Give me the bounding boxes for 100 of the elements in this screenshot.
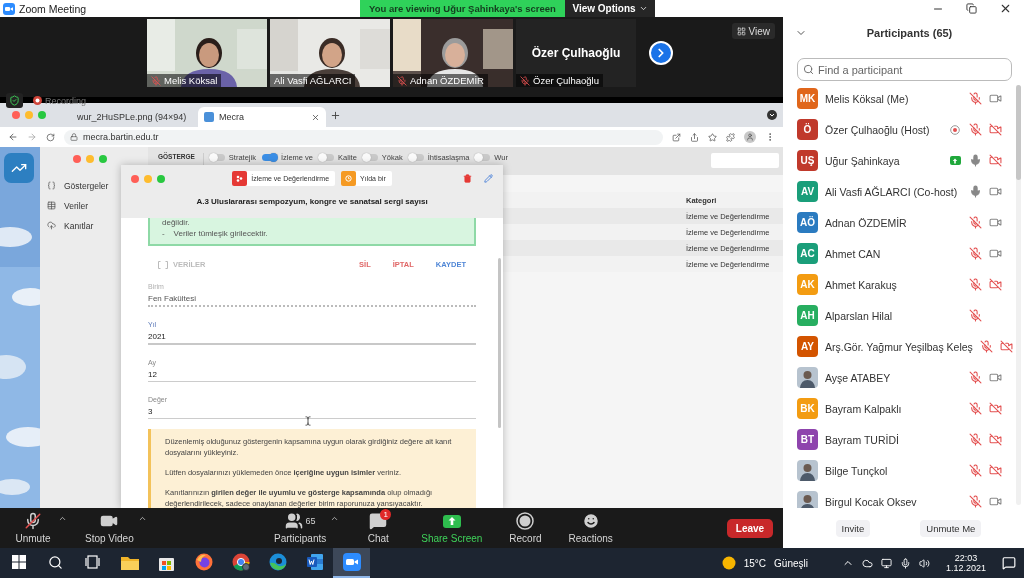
close-dot-icon[interactable] [131,174,139,183]
restore-icon[interactable] [966,3,977,14]
caret-icon[interactable] [330,514,340,523]
cloud-icon[interactable] [861,557,873,569]
reload-icon[interactable] [45,132,55,142]
close-dot-icon[interactable] [72,155,81,163]
sidebar-item[interactable]: Kanıtlar [47,217,148,234]
monitor-icon[interactable] [880,557,892,569]
participant-name: Melis Köksal [164,75,218,86]
muted-mic-icon [968,92,982,105]
avatar-silhouette-icon [797,491,818,508]
text-cursor-icon [303,416,313,426]
brackets-icon [158,260,168,269]
speaker-icon[interactable] [918,557,930,569]
share-icon[interactable] [690,132,699,142]
windows-start-icon[interactable] [11,555,26,569]
minimize-dot-icon[interactable] [85,155,94,163]
search-field[interactable]: Find a participant [797,58,1012,81]
search-icon[interactable] [48,554,63,570]
toolbar-button[interactable]: Reactions [564,512,617,544]
initials-avatar: Ö [797,119,818,140]
browser-icon[interactable] [194,553,213,571]
browser-icon[interactable] [268,553,287,571]
view-button[interactable]: View [731,23,775,39]
profile-avatar[interactable] [744,131,756,143]
sidebar-item[interactable]: Göstergeler [47,177,148,194]
minimize-dot-icon[interactable] [144,174,152,183]
video-camera-icon[interactable] [342,553,361,571]
avatar-silhouette-icon [797,460,818,481]
zoom-dot-icon[interactable] [98,155,107,163]
caret-icon[interactable] [58,514,67,523]
clock[interactable]: 22:03 1.12.2021 [945,553,986,573]
mic-icon [968,185,982,198]
braces-icon [47,181,56,190]
recording-label: Recording [45,95,87,106]
scrollbar[interactable] [1016,85,1021,505]
view-options-button[interactable]: View Options [565,0,655,17]
scrollbar[interactable] [498,258,501,428]
new-tab-icon[interactable] [330,109,341,121]
next-page-button[interactable] [649,41,673,65]
initials-avatar: AÖ [797,212,818,233]
toggle-switch[interactable] [319,154,335,161]
tab-menu-icon[interactable] [767,110,777,120]
toggle-switch[interactable] [209,154,225,161]
mic-icon[interactable] [899,557,911,569]
sidebar-item[interactable]: Veriler [47,197,148,214]
muted-mic-icon [24,512,42,530]
weather-condition: Güneşli [774,557,808,569]
dialog-title: A.3 Uluslararası sempozyum, kongre ve sanatsal sergi sayısı [195,196,429,206]
toolbar-button[interactable]: Stop Video [81,512,138,544]
muted-mic-icon [968,278,982,291]
muted-mic-icon [968,123,982,136]
star-icon[interactable] [708,132,717,142]
muted-mic-icon [968,495,982,508]
search-field[interactable] [711,153,779,168]
muted-mic-icon [968,309,982,322]
muted-mic-icon [968,371,982,384]
toggle-switch[interactable] [408,154,424,161]
trash-icon[interactable] [463,174,472,183]
toggle-switch[interactable] [261,154,277,161]
toolbar-button[interactable]: Share Screen [417,512,487,544]
zoom-dot-icon[interactable] [157,174,165,183]
site-icon [204,112,214,122]
taskbar-button[interactable] [333,548,370,578]
notification-icon[interactable] [1002,556,1016,570]
url-field[interactable]: mecra.bartin.edu.tr [63,129,663,145]
caret-icon[interactable] [137,514,147,523]
toolbar-button[interactable]: 65 Participants [270,512,331,544]
search-icon [803,64,814,75]
browser-tab[interactable]: wur_2HuSPLe.png (94×94) [66,107,194,127]
task-view-icon[interactable] [85,555,100,569]
back-icon[interactable] [8,132,18,142]
muted-mic-icon [968,464,982,477]
muted-mic-icon [968,433,982,446]
recording-icon [950,124,960,135]
extensions-icon[interactable] [726,132,735,142]
minimize-dot-icon[interactable] [25,111,33,119]
participant-name: Bilge Tunçkol [825,464,889,477]
muted-mic-icon [151,75,161,86]
initials-avatar: BK [797,398,818,419]
initials-avatar: AC [797,243,818,264]
open-external-icon[interactable] [672,132,681,142]
close-dot-icon[interactable] [12,111,20,119]
browser-icon[interactable] [231,553,250,571]
toolbar-button[interactable]: 1 Chat [353,512,404,544]
toggle-switch[interactable] [475,154,491,161]
toggle-switch[interactable] [362,154,378,161]
app-logo-icon[interactable] [4,153,34,183]
folder-icon[interactable] [120,554,139,570]
panel-button[interactable]: Invite [835,519,871,537]
browser-tab[interactable]: Mecra [198,107,326,127]
toolbar-button[interactable]: Unmute [8,512,58,544]
toolbar-button[interactable]: Record [500,512,551,544]
close-icon[interactable] [999,2,1012,15]
document-app-icon[interactable] [305,553,324,571]
leave-button[interactable]: Leave [727,518,773,538]
zoom-dot-icon[interactable] [38,111,46,119]
panel-button[interactable]: Unmute Me [920,519,982,537]
avatar-silhouette-icon [797,367,818,388]
initials-avatar: AY [797,336,818,357]
